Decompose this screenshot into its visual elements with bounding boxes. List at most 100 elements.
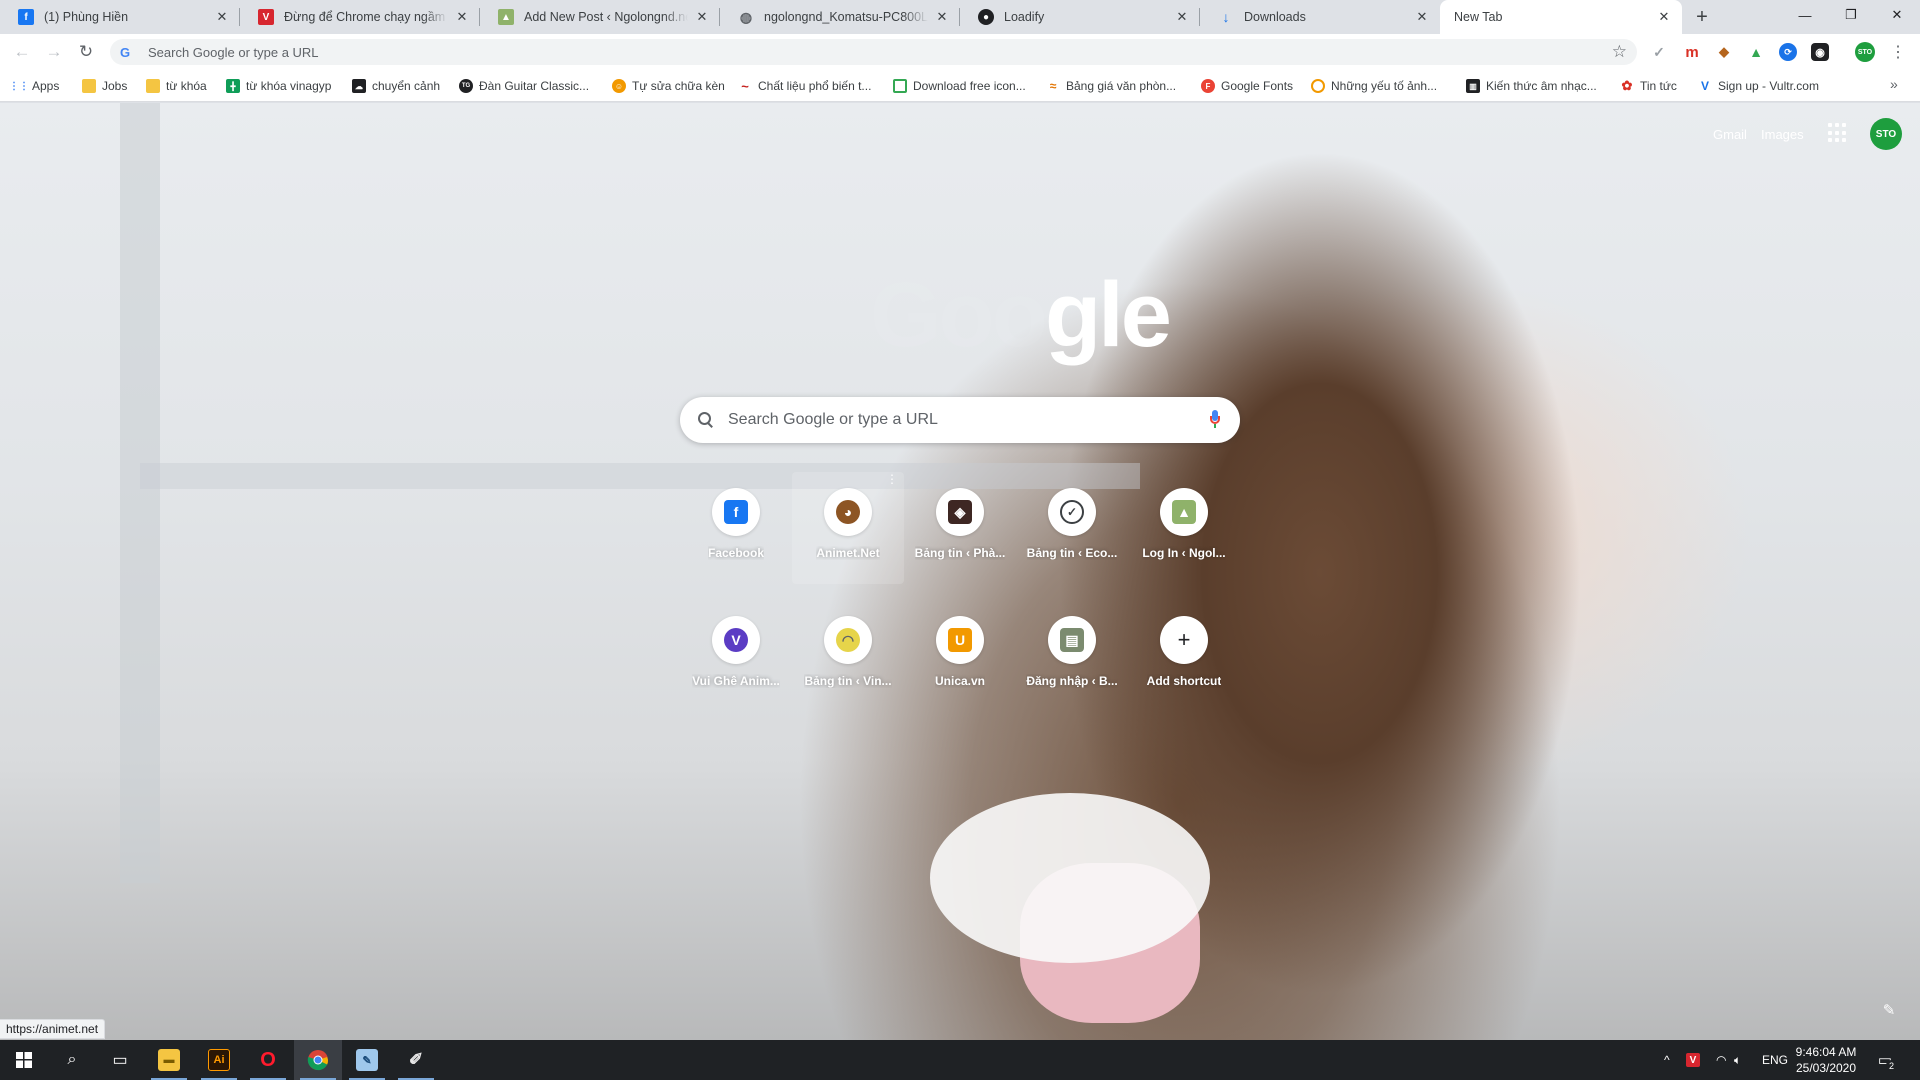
logo-visible-part: gle bbox=[1044, 264, 1172, 366]
tab-title: Downloads bbox=[1244, 10, 1306, 24]
blue-extension-icon[interactable]: ⟳ bbox=[1779, 43, 1797, 61]
checkmark-extension-icon[interactable]: ✓ bbox=[1650, 43, 1668, 61]
forward-button[interactable]: → bbox=[40, 38, 68, 66]
bookmark-guitar[interactable]: TG Đàn Guitar Classic... bbox=[459, 77, 589, 95]
bookmark-label: Tự sửa chữa kèn bbox=[632, 79, 725, 93]
restore-button[interactable]: ❐ bbox=[1828, 0, 1874, 30]
task-view-icon[interactable]: ▭ bbox=[96, 1040, 144, 1080]
close-icon[interactable]: ✕ bbox=[454, 9, 470, 25]
shortcut-unica[interactable]: U Unica.vn bbox=[904, 600, 1016, 712]
bookmark-apps[interactable]: ⋮⋮ Apps bbox=[9, 77, 59, 95]
volume-icon[interactable]: 🔈︎ bbox=[1734, 1040, 1741, 1080]
close-icon[interactable]: ✕ bbox=[934, 9, 950, 25]
file-explorer-icon[interactable]: ▬ bbox=[145, 1040, 193, 1080]
shortcut-bang-tin-vin[interactable]: ◠ Bảng tin ‹ Vin... bbox=[792, 600, 904, 712]
bookmark-label: Bảng giá văn phòn... bbox=[1066, 79, 1177, 93]
shortcut-title: Unica.vn bbox=[934, 674, 985, 688]
windows-logo-icon bbox=[16, 1052, 32, 1068]
new-tab-button[interactable]: + bbox=[1690, 5, 1714, 29]
tab-facebook[interactable]: f (1) Phùng Hiền ✕ bbox=[0, 0, 240, 34]
bookmark-sua-ken[interactable]: ☺ Tự sửa chữa kèn bbox=[612, 77, 725, 95]
chrome-icon[interactable] bbox=[294, 1040, 342, 1080]
show-hidden-icons-chevron-icon[interactable]: ^ bbox=[1664, 1040, 1670, 1080]
bookmark-vultr[interactable]: V Sign up - Vultr.com bbox=[1698, 77, 1819, 95]
bookmark-star-icon[interactable]: ☆ bbox=[1612, 42, 1627, 62]
microphone-icon[interactable] bbox=[1210, 410, 1220, 430]
opera-icon[interactable]: O bbox=[244, 1040, 292, 1080]
bookmarks-bar: ⋮⋮ Apps Jobs từ khóa ╋ từ khóa vinagyp ☁ ch… bbox=[0, 70, 1920, 102]
tab-strip: f (1) Phùng Hiền ✕ V Đừng để Chrome chạy… bbox=[0, 0, 1920, 34]
search-icon bbox=[698, 412, 714, 428]
minimize-button[interactable]: — bbox=[1782, 0, 1828, 30]
google-drive-icon[interactable]: ▲ bbox=[1747, 43, 1765, 61]
bookmark-google-fonts[interactable]: F Google Fonts bbox=[1201, 77, 1293, 95]
shortcut-vui-ghe-anime[interactable]: V Vui Ghê Anim... bbox=[680, 600, 792, 712]
action-center-icon[interactable]: ▭ 2 bbox=[1872, 1048, 1898, 1072]
landscape-icon: ▲ bbox=[1160, 488, 1208, 536]
close-icon[interactable]: ✕ bbox=[1174, 9, 1190, 25]
tray-red-v-icon[interactable]: V bbox=[1686, 1040, 1700, 1080]
wifi-icon[interactable]: ◠ bbox=[1716, 1040, 1726, 1080]
illustrator-icon[interactable]: Ai bbox=[195, 1040, 243, 1080]
shortcut-title: Facebook bbox=[707, 546, 764, 560]
account-avatar[interactable]: STO bbox=[1870, 118, 1902, 150]
search-placeholder: Search Google or type a URL bbox=[728, 411, 938, 428]
download-icon: ↓ bbox=[1222, 9, 1230, 25]
tab-komatsu[interactable]: ◍ ngolongnd_Komatsu-PC800LC-8 ✕ bbox=[720, 0, 960, 34]
back-button[interactable]: ← bbox=[8, 38, 36, 66]
add-shortcut-button[interactable]: + Add shortcut bbox=[1128, 600, 1240, 712]
omnibox[interactable]: G Search Google or type a URL ☆ bbox=[110, 39, 1637, 65]
notification-count: 2 bbox=[1886, 1060, 1897, 1071]
shortcut-dang-nhap-b[interactable]: ▤ Đăng nhập ‹ B... bbox=[1016, 600, 1128, 712]
tab-new-tab[interactable]: New Tab ✕ bbox=[1440, 0, 1682, 34]
loadify-icon: ● bbox=[978, 9, 994, 25]
bookmark-am-nhac[interactable]: ▥ Kiến thức âm nhạc... bbox=[1466, 77, 1597, 95]
tab-loadify[interactable]: ● Loadify ✕ bbox=[960, 0, 1200, 34]
shortcut-log-in-ngol[interactable]: ▲ Log In ‹ Ngol... bbox=[1128, 472, 1240, 584]
m-extension-icon[interactable]: m bbox=[1683, 43, 1701, 61]
reload-button[interactable]: ↻ bbox=[72, 38, 100, 66]
shortcut-animet[interactable]: ◕ Animet.Net ⋮ bbox=[792, 472, 904, 584]
apps-grid-icon: ⋮⋮ bbox=[9, 80, 29, 92]
tab-downloads[interactable]: ↓ Downloads ✕ bbox=[1200, 0, 1440, 34]
bookmark-jobs[interactable]: Jobs bbox=[82, 77, 127, 95]
bookmark-nhung-yeu-to[interactable]: Những yếu tố ảnh... bbox=[1311, 77, 1437, 95]
bookmark-tu-khoa[interactable]: từ khóa bbox=[146, 77, 207, 95]
clock-time: 9:46:04 AM bbox=[1795, 1045, 1857, 1059]
acorn-extension-icon[interactable]: ◆ bbox=[1715, 43, 1733, 61]
customize-pencil-icon[interactable]: ✎ bbox=[1880, 1001, 1898, 1019]
language-indicator[interactable]: ENG bbox=[1762, 1040, 1788, 1080]
images-link[interactable]: Images bbox=[1761, 127, 1804, 142]
bookmark-chat-lieu[interactable]: ~ Chất liệu phổ biến t... bbox=[738, 77, 871, 95]
close-icon[interactable]: ✕ bbox=[1414, 9, 1430, 25]
google-apps-icon[interactable] bbox=[1828, 123, 1848, 143]
more-options-icon[interactable]: ⋮ bbox=[886, 473, 898, 485]
shortcut-facebook[interactable]: f Facebook bbox=[680, 472, 792, 584]
tab-chrome-ram[interactable]: V Đừng để Chrome chạy ngầm ăn RAM ✕ bbox=[240, 0, 480, 34]
bookmark-bang-gia[interactable]: ≈ Bảng giá văn phòn... bbox=[1046, 77, 1176, 95]
paint-icon[interactable]: ✐ bbox=[392, 1040, 440, 1080]
orange-circle-icon bbox=[1311, 79, 1325, 93]
start-button[interactable] bbox=[0, 1040, 48, 1080]
bookmarks-overflow-chevron-icon[interactable]: » bbox=[1890, 76, 1898, 92]
close-icon[interactable]: ✕ bbox=[214, 9, 230, 25]
taskbar-search-icon[interactable]: ⌕ bbox=[48, 1040, 96, 1080]
close-icon[interactable]: ✕ bbox=[1656, 9, 1672, 25]
chrome-menu-icon[interactable]: ⋮ bbox=[1888, 42, 1908, 62]
ntp-search-box[interactable]: Search Google or type a URL bbox=[680, 397, 1240, 443]
bookmark-free-icon[interactable]: Download free icon... bbox=[893, 77, 1026, 95]
gmail-link[interactable]: Gmail bbox=[1713, 127, 1747, 142]
tab-add-new-post[interactable]: ▲ Add New Post ‹ Ngolongnd.net — WordPre… bbox=[480, 0, 720, 34]
close-icon[interactable]: ✕ bbox=[694, 9, 710, 25]
bookmark-chuyen-canh[interactable]: ☁ chuyển cảnh bbox=[352, 77, 440, 95]
profile-avatar[interactable]: STO bbox=[1855, 42, 1875, 62]
notepad-icon[interactable]: ✎ bbox=[343, 1040, 391, 1080]
bookmark-tin-tuc[interactable]: ✿ Tin tức bbox=[1620, 77, 1677, 95]
taskbar-clock[interactable]: 9:46:04 AM 25/03/2020 bbox=[1792, 1044, 1860, 1076]
tab-title: (1) Phùng Hiền bbox=[44, 10, 129, 24]
window-close-button[interactable]: ✕ bbox=[1874, 0, 1920, 30]
dark-extension-icon[interactable]: ◉ bbox=[1811, 43, 1829, 61]
shortcut-bang-tin-pha[interactable]: ◈ Bảng tin ‹ Phà... bbox=[904, 472, 1016, 584]
shortcut-bang-tin-eco[interactable]: ✓ Bảng tin ‹ Eco... bbox=[1016, 472, 1128, 584]
bookmark-tu-khoa-vinagyp[interactable]: ╋ từ khóa vinagyp bbox=[226, 77, 331, 95]
